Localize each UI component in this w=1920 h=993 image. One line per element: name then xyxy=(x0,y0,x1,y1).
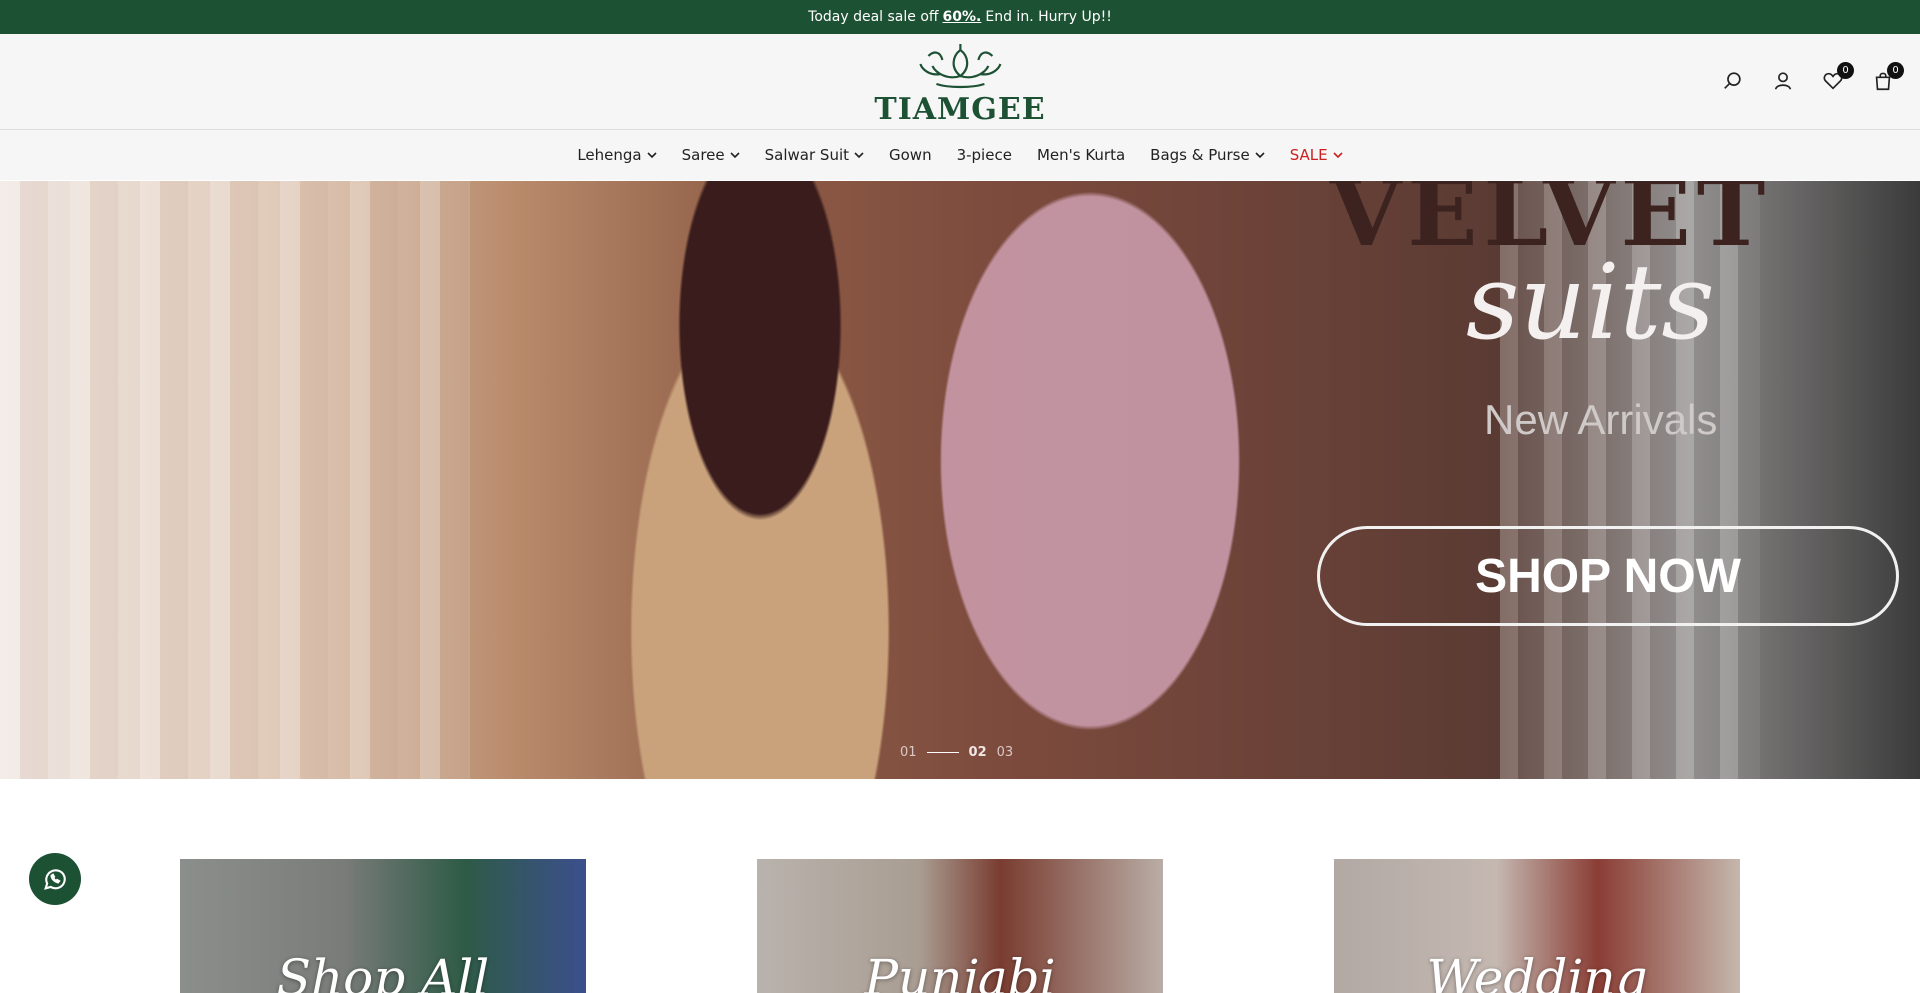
nav-item-label: SALE xyxy=(1289,146,1328,164)
wishlist-count-badge: 0 xyxy=(1837,62,1854,79)
search-icon xyxy=(1724,72,1741,89)
hero-tagline: New Arrivals xyxy=(1484,396,1718,443)
category-card-punjabi[interactable]: Punjabi xyxy=(757,859,1163,993)
nav-item-salwar-suit[interactable]: Salwar Suit xyxy=(765,146,864,164)
nav-item-label: Bags & Purse xyxy=(1150,146,1250,164)
category-label: Shop All xyxy=(276,949,490,993)
nav-item-gown[interactable]: Gown xyxy=(889,146,932,164)
chevron-down-icon xyxy=(1255,152,1265,159)
category-label: Wedding xyxy=(1426,949,1648,993)
search-button[interactable] xyxy=(1716,64,1750,98)
nav-item-3-piece[interactable]: 3-piece xyxy=(957,146,1012,164)
nav-item-mens-kurta[interactable]: Men's Kurta xyxy=(1037,146,1125,164)
slide-indicator-3[interactable]: 03 xyxy=(997,745,1014,760)
category-cards: Shop All Punjabi Wedding xyxy=(0,859,1920,993)
nav-item-lehenga[interactable]: Lehenga xyxy=(577,146,657,164)
announcement-bar: Today deal sale off 60%. End in. Hurry U… xyxy=(0,0,1920,34)
main-nav: Lehenga Saree Salwar Suit Gown 3-piece M… xyxy=(0,130,1920,180)
category-label: Punjabi xyxy=(864,949,1056,993)
slide-indicator-2[interactable]: 02 xyxy=(969,745,987,760)
chevron-down-icon xyxy=(647,152,657,159)
nav-item-label: Men's Kurta xyxy=(1036,146,1126,164)
hero-banner[interactable]: VELVET suits New Arrivals SHOP NOW 01 02… xyxy=(0,181,1920,779)
nav-item-bags-purse[interactable]: Bags & Purse xyxy=(1150,146,1265,164)
whatsapp-icon xyxy=(44,869,66,890)
whatsapp-chat-button[interactable] xyxy=(29,853,81,905)
chevron-down-icon xyxy=(1333,152,1343,159)
category-card-shop-all[interactable]: Shop All xyxy=(180,859,586,993)
slider-pagination: 01 02 03 xyxy=(900,745,1013,760)
nav-item-label: 3-piece xyxy=(956,146,1012,164)
hero-subtitle: suits xyxy=(1466,241,1715,363)
nav-item-sale[interactable]: SALE xyxy=(1290,146,1343,164)
nav-item-label: Gown xyxy=(889,146,932,164)
chevron-down-icon xyxy=(854,152,864,159)
user-icon xyxy=(1774,72,1792,90)
cart-button[interactable]: 0 xyxy=(1866,62,1904,98)
nav-item-label: Salwar Suit xyxy=(764,146,849,164)
category-card-wedding[interactable]: Wedding xyxy=(1334,859,1740,993)
logo-emblem-icon xyxy=(918,44,1002,89)
nav-item-label: Lehenga xyxy=(577,146,642,164)
hero-background-curtain xyxy=(0,181,470,779)
nav-item-saree[interactable]: Saree xyxy=(682,146,740,164)
logo-text: TIAMGEE xyxy=(874,92,1046,127)
slide-indicator-1[interactable]: 01 xyxy=(900,745,917,760)
chevron-down-icon xyxy=(730,152,740,159)
announcement-discount[interactable]: 60%. xyxy=(943,9,982,25)
header-icons: 0 0 xyxy=(1716,62,1904,98)
site-header: TIAMGEE 0 0 xyxy=(0,34,1920,130)
account-button[interactable] xyxy=(1766,64,1800,98)
announcement-prefix: Today deal sale off xyxy=(808,9,939,25)
hero-model-image xyxy=(900,181,1280,779)
slide-progress-line xyxy=(926,752,959,753)
cart-count-badge: 0 xyxy=(1887,62,1904,79)
logo[interactable]: TIAMGEE xyxy=(874,40,1045,127)
wishlist-button[interactable]: 0 xyxy=(1816,62,1854,98)
shop-now-button[interactable]: SHOP NOW xyxy=(1317,526,1899,626)
announcement-suffix: End in. Hurry Up!! xyxy=(985,9,1112,25)
nav-item-label: Saree xyxy=(681,146,725,164)
